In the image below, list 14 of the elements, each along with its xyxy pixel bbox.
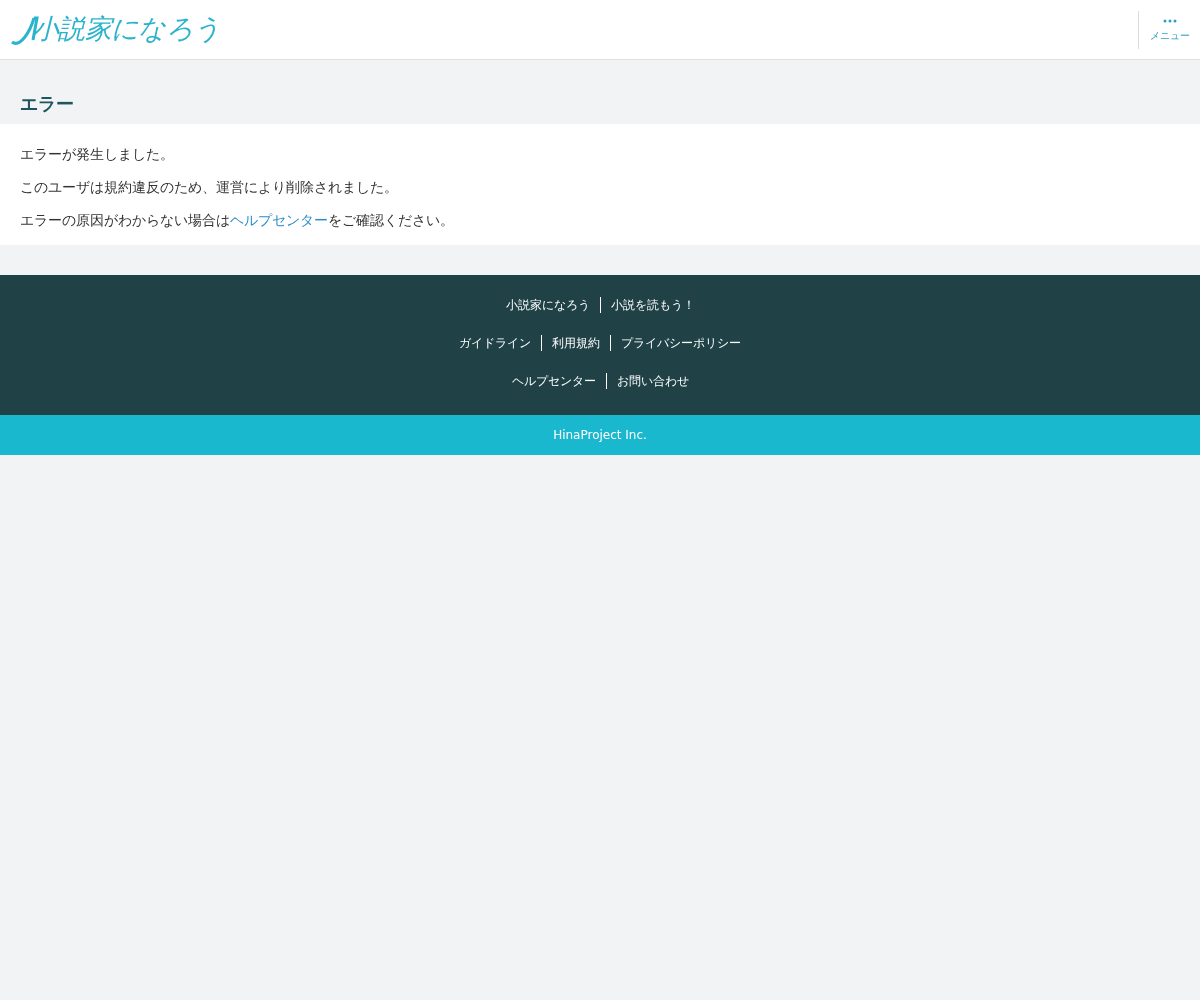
footer-link[interactable]: ガイドライン [449, 335, 541, 351]
footer-link[interactable]: お問い合わせ [605, 373, 699, 389]
message-text: エラーの原因がわからない場合はヘルプセンターをご確認ください。 [20, 211, 455, 230]
page-title: エラー [20, 92, 75, 116]
copyright-text: HinaProject Inc. [553, 427, 647, 444]
more-icon [1163, 18, 1177, 23]
footer-link[interactable]: 小説を読もう！ [599, 297, 705, 313]
footer-link[interactable]: 小説家になろう [495, 297, 600, 313]
message-text: このユーザは規約違反のため、運営により削除されました。 [20, 178, 399, 197]
footer-link[interactable]: ヘルプセンター [501, 373, 606, 389]
footer-link[interactable]: プライバシーポリシー [610, 335, 751, 351]
message-text: エラーが発生しました。 [20, 145, 175, 164]
help-center-link[interactable]: ヘルプセンター [230, 212, 328, 228]
footer-link[interactable]: 利用規約 [541, 335, 610, 351]
